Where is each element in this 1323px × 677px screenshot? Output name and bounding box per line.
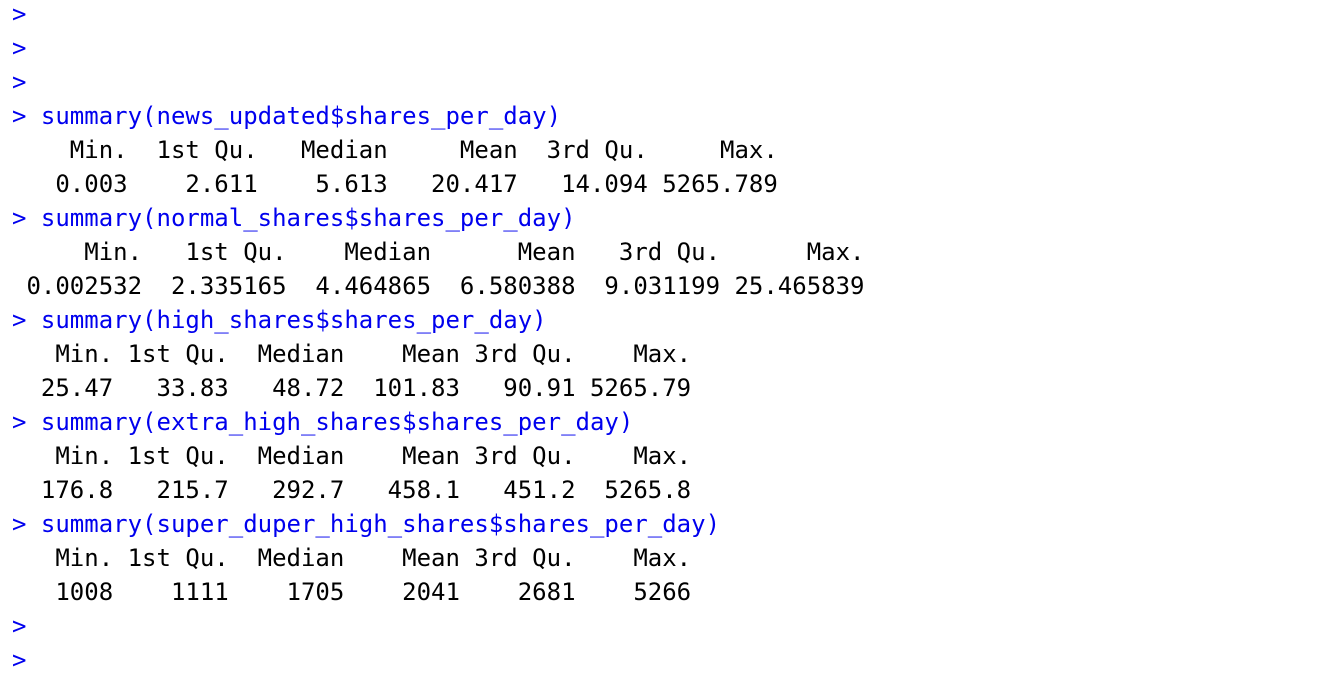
console-prompt-line[interactable]: > <box>12 609 1312 643</box>
console-output-values: 1008 1111 1705 2041 2681 5266 <box>12 578 706 606</box>
console-command-line: > summary(news_updated$shares_per_day) <box>12 102 562 130</box>
console-command-line: > summary(super_duper_high_shares$shares… <box>12 510 721 538</box>
console-prompt-line: > <box>12 68 27 96</box>
r-console[interactable]: > > > > summary(news_updated$shares_per_… <box>12 0 1312 677</box>
console-output-values: 0.003 2.611 5.613 20.417 14.094 5265.789 <box>12 170 793 198</box>
console-prompt-line: > <box>12 0 27 28</box>
console-output-header: Min. 1st Qu. Median Mean 3rd Qu. Max. <box>12 238 879 266</box>
console-command-line: > summary(extra_high_shares$shares_per_d… <box>12 408 634 436</box>
console-output-header: Min. 1st Qu. Median Mean 3rd Qu. Max. <box>12 340 706 368</box>
console-prompt-line: > <box>12 34 27 62</box>
console-output-values: 0.002532 2.335165 4.464865 6.580388 9.03… <box>12 272 879 300</box>
console-input-prompt[interactable]: > <box>12 643 1312 677</box>
console-command-line: > summary(high_shares$shares_per_day) <box>12 306 547 334</box>
console-output-values: 176.8 215.7 292.7 458.1 451.2 5265.8 <box>12 476 706 504</box>
console-output-header: Min. 1st Qu. Median Mean 3rd Qu. Max. <box>12 544 706 572</box>
console-output-header: Min. 1st Qu. Median Mean 3rd Qu. Max. <box>12 136 793 164</box>
console-command-line: > summary(normal_shares$shares_per_day) <box>12 204 576 232</box>
console-output-header: Min. 1st Qu. Median Mean 3rd Qu. Max. <box>12 442 706 470</box>
console-output-values: 25.47 33.83 48.72 101.83 90.91 5265.79 <box>12 374 706 402</box>
